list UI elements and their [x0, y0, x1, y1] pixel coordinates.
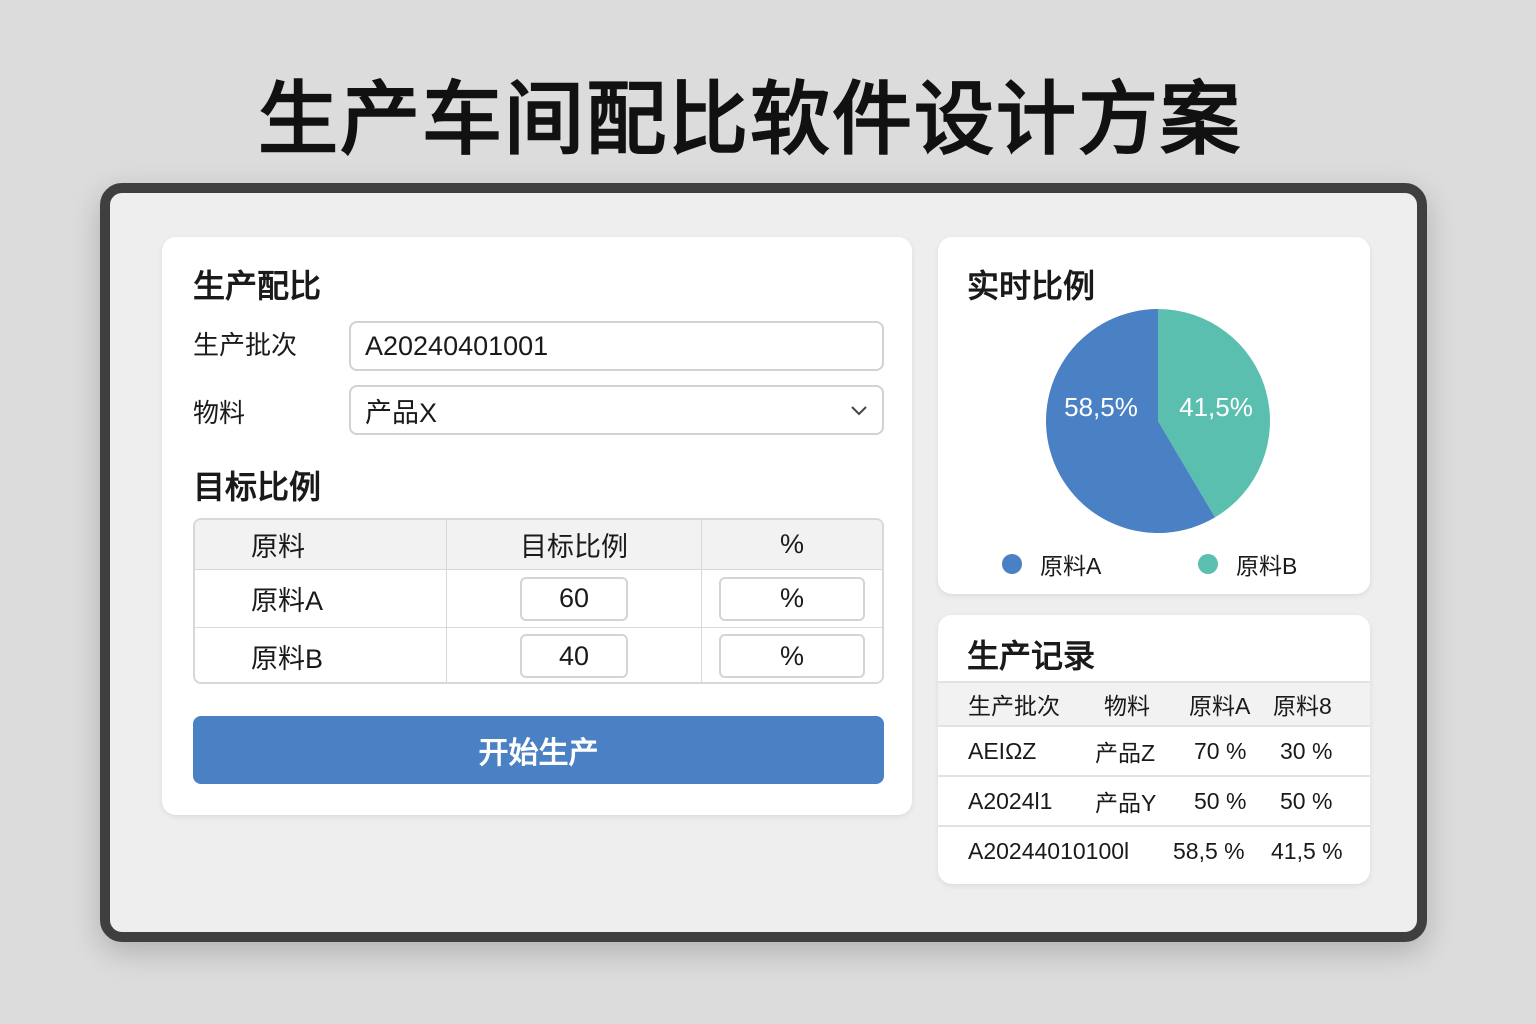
records-header: 生产批次 物料 原料A 原料8: [938, 681, 1370, 725]
app-window: 生产配比 生产批次 A20240401001 物料 产品X 目标比例 原料 目标…: [100, 183, 1427, 942]
legend-item-b: 原料B: [1198, 547, 1297, 581]
legend-dot: [1002, 554, 1022, 574]
start-production-button[interactable]: 开始生产: [193, 716, 884, 784]
legend-label: 原料A: [1040, 553, 1102, 579]
table-row: 原料A 60 %: [195, 569, 882, 627]
pie-chart: 41,5% 58,5%: [1046, 309, 1270, 533]
table-row: 原料B 40 %: [195, 627, 882, 682]
batch-cell: AEIΩZ: [968, 737, 1037, 764]
ratio-a-cell: 58,5 %: [1173, 837, 1245, 864]
percent-input-b[interactable]: %: [719, 634, 865, 678]
ratio-b-cell: 50 %: [1280, 787, 1333, 814]
material-label: 物料: [193, 398, 246, 428]
batch-input[interactable]: A20240401001: [349, 321, 884, 371]
batch-cell: A20244010100l: [968, 837, 1130, 864]
column-header: 物料: [1104, 693, 1150, 719]
column-header: 生产批次: [968, 693, 1060, 719]
legend-dot: [1198, 554, 1218, 574]
column-header: 原料: [251, 532, 305, 562]
material-name: 原料B: [251, 643, 324, 674]
material-value: 产品X: [365, 397, 438, 428]
records-heading: 生产记录: [967, 638, 1096, 674]
production-ratio-card: 生产配比 生产批次 A20240401001 物料 产品X 目标比例 原料 目标…: [162, 237, 912, 815]
column-header: 原料A: [1189, 693, 1251, 719]
chevron-down-icon: [851, 406, 867, 416]
column-header: 目标比例: [446, 520, 701, 569]
production-records-card: 生产记录 生产批次 物料 原料A 原料8 AEIΩZ 产品Z 70 % 30 %…: [938, 615, 1370, 884]
table-row[interactable]: A2024l1 产品Y 50 % 50 %: [938, 775, 1370, 825]
pie-label: 58,5%: [1064, 392, 1138, 422]
material-name: 原料A: [251, 586, 324, 616]
column-header: 原料8: [1273, 693, 1332, 719]
material-select[interactable]: 产品X: [349, 385, 884, 435]
percent-input-a[interactable]: %: [719, 576, 865, 621]
ratio-b-cell: 30 %: [1280, 737, 1333, 764]
legend-label: 原料B: [1236, 553, 1298, 579]
ratio-input-a[interactable]: 60: [520, 576, 628, 621]
section-heading: 生产配比: [193, 268, 322, 304]
ratio-a-cell: 70 %: [1194, 737, 1247, 764]
ratio-b-cell: 41,5 %: [1271, 837, 1343, 864]
batch-cell: A2024l1: [968, 787, 1053, 814]
material-cell: 产品Y: [1095, 790, 1157, 816]
page-title: 生产车间配比软件设计方案: [258, 75, 1242, 164]
legend-item-a: 原料A: [1002, 547, 1101, 581]
ratio-input-b[interactable]: 40: [520, 634, 628, 678]
target-heading: 目标比例: [193, 469, 322, 505]
batch-label: 生产批次: [193, 330, 298, 360]
table-header: 原料 目标比例 %: [195, 520, 882, 569]
table-row[interactable]: A20244010100l 58,5 % 41,5 %: [938, 825, 1370, 875]
realtime-ratio-card: 实时比例 41,5% 58,5% 原料A 原料B: [938, 237, 1370, 594]
target-table: 原料 目标比例 % 原料A 60 % 原料B 40 %: [193, 518, 884, 684]
table-row[interactable]: AEIΩZ 产品Z 70 % 30 %: [938, 725, 1370, 775]
ratio-a-cell: 50 %: [1194, 787, 1247, 814]
column-header: %: [701, 520, 882, 569]
pie-label: 41,5%: [1179, 392, 1253, 422]
material-cell: 产品Z: [1095, 740, 1156, 766]
